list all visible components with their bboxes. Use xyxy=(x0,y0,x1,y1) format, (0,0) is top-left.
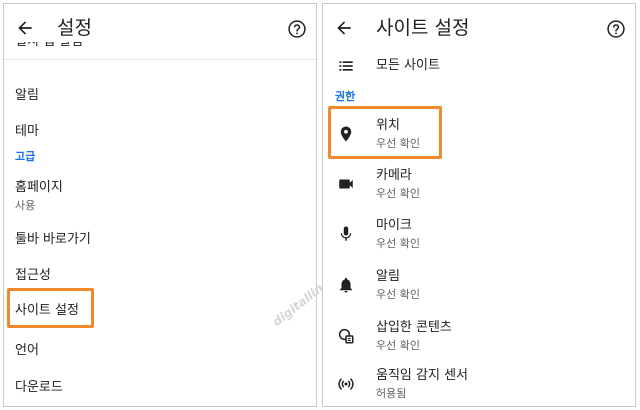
microphone-icon xyxy=(335,223,357,245)
list-icon xyxy=(335,55,357,77)
item-label: 테마 xyxy=(15,124,39,139)
location-pin-icon xyxy=(335,123,357,145)
settings-panel: 설정 설치 앱 알림 알림 테마 고급 홈페이지 사용 툴바 바로가기 접근성 … xyxy=(3,3,317,407)
item-label: 언어 xyxy=(15,343,39,358)
site-settings-app-bar: 사이트 설정 xyxy=(323,4,635,50)
permission-item-motion-sensors[interactable]: 움직임 감지 센서 허용됨 xyxy=(323,362,635,406)
item-label: 알림 xyxy=(376,269,400,284)
item-subtitle: 우선 확인 xyxy=(376,137,420,150)
help-icon xyxy=(606,19,625,38)
all-sites-item[interactable]: 모든 사이트 xyxy=(323,50,635,82)
list-item-notifications[interactable]: 알림 xyxy=(4,78,316,116)
back-button[interactable] xyxy=(331,15,357,41)
list-item-accessibility[interactable]: 접근성 xyxy=(4,260,316,292)
list-item-theme[interactable]: 테마 xyxy=(4,117,316,153)
item-label: 카메라 xyxy=(376,168,412,183)
list-item-language[interactable]: 언어 xyxy=(4,335,316,367)
item-label: 툴바 바로가기 xyxy=(15,232,91,247)
site-settings-panel: 사이트 설정 모든 사이트 권한 위치 우선 확인 카메라 우선 확인 마이크 … xyxy=(322,3,636,407)
page-title: 설정 xyxy=(57,17,92,39)
item-label: 움직임 감지 센서 xyxy=(376,368,468,383)
item-label: 삽입한 콘텐츠 xyxy=(376,320,452,335)
page-title: 사이트 설정 xyxy=(376,17,470,39)
divider xyxy=(4,59,316,60)
item-label: 홈페이지 xyxy=(15,180,63,195)
permission-item-microphone[interactable]: 마이크 우선 확인 xyxy=(323,212,635,258)
item-label: 사이트 설정 xyxy=(15,303,79,318)
item-label: 위치 xyxy=(376,118,400,133)
list-item-homepage[interactable]: 홈페이지 사용 xyxy=(4,174,316,218)
help-button[interactable] xyxy=(286,18,307,39)
item-subtitle: 우선 확인 xyxy=(376,187,420,200)
bell-icon xyxy=(335,274,357,296)
item-label: 모든 사이트 xyxy=(376,58,440,73)
item-subtitle: 우선 확인 xyxy=(376,288,420,301)
item-label: 알림 xyxy=(15,88,39,103)
list-item-toolbar-shortcut[interactable]: 툴바 바로가기 xyxy=(4,224,316,256)
list-item-downloads[interactable]: 다운로드 xyxy=(4,372,316,404)
help-icon xyxy=(287,19,306,38)
motion-sensor-icon xyxy=(335,373,357,395)
back-arrow-icon xyxy=(18,21,32,35)
section-header-permissions: 권한 xyxy=(335,90,356,103)
permission-item-embedded-content[interactable]: 삽입한 콘텐츠 우선 확인 xyxy=(323,314,635,360)
permission-item-camera[interactable]: 카메라 우선 확인 xyxy=(323,162,635,208)
permission-item-notifications[interactable]: 알림 우선 확인 xyxy=(323,263,635,309)
help-button[interactable] xyxy=(605,18,626,39)
back-arrow-icon xyxy=(337,21,351,35)
clipped-item-label: 설치 앱 알림 xyxy=(15,42,83,51)
embedded-content-icon xyxy=(335,325,357,347)
item-label: 마이크 xyxy=(376,218,412,233)
item-subtitle: 우선 확인 xyxy=(376,339,420,352)
item-subtitle: 사용 xyxy=(15,199,36,212)
item-label: 다운로드 xyxy=(15,380,63,395)
item-label: 접근성 xyxy=(15,268,51,283)
back-button[interactable] xyxy=(12,15,38,41)
camera-icon xyxy=(335,173,357,195)
permission-item-location[interactable]: 위치 우선 확인 xyxy=(323,112,635,158)
item-subtitle: 허용됨 xyxy=(376,387,407,400)
clipped-list-item: 설치 앱 알림 xyxy=(4,42,316,58)
list-item-site-settings[interactable]: 사이트 설정 xyxy=(4,295,316,327)
item-subtitle: 우선 확인 xyxy=(376,237,420,250)
section-header-advanced: 고급 xyxy=(15,150,36,163)
